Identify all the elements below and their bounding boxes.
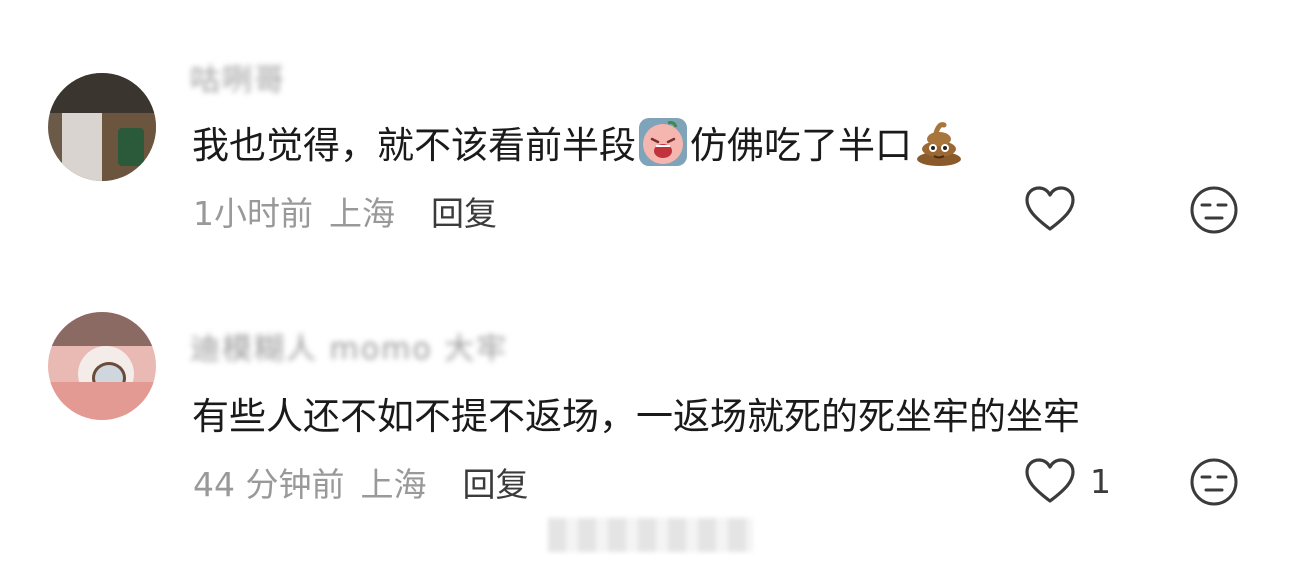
comment-item: 咕咧哥 我也觉得，就不该看前半段 仿佛吃了半口 1小时前 上海 回复 bbox=[0, 35, 1290, 255]
comment-text-part: 我也觉得，就不该看前半段 bbox=[192, 124, 636, 167]
timestamp: 1小时前 bbox=[193, 194, 313, 233]
unamused-face-icon bbox=[1190, 186, 1238, 234]
comment-item: 迪模糊人 momo 大牢 有些人还不如不提不返场，一返场就死的死坐牢的坐牢 44… bbox=[0, 302, 1290, 512]
location: 上海 bbox=[329, 194, 395, 233]
like-count: 1 bbox=[1090, 461, 1111, 501]
watermark bbox=[548, 518, 753, 552]
comment-text-part: 仿佛吃了半口 bbox=[690, 124, 912, 167]
username[interactable]: 咕咧哥 bbox=[190, 55, 310, 98]
comment-text: 我也觉得，就不该看前半段 仿佛吃了半口 bbox=[192, 115, 966, 169]
like-button[interactable] bbox=[1024, 185, 1090, 233]
like-button[interactable]: 1 bbox=[1024, 457, 1111, 505]
timestamp: 44 分钟前 bbox=[193, 465, 345, 504]
heart-outline-icon bbox=[1025, 186, 1075, 231]
reply-button[interactable]: 回复 bbox=[431, 187, 497, 235]
crying-face-emoji-icon bbox=[638, 117, 688, 167]
username-text: 迪模糊人 momo 大牢 bbox=[190, 332, 509, 367]
avatar[interactable] bbox=[48, 73, 156, 181]
comment-text: 有些人还不如不提不返场，一返场就死的死坐牢的坐牢 bbox=[192, 386, 1080, 440]
username[interactable]: 迪模糊人 momo 大牢 bbox=[190, 324, 570, 367]
unamused-face-icon bbox=[1190, 458, 1238, 506]
location: 上海 bbox=[360, 465, 427, 504]
dislike-button[interactable] bbox=[1189, 457, 1239, 511]
comment-text-part: 有些人还不如不提不返场，一返场就死的死坐牢的坐牢 bbox=[192, 395, 1080, 438]
comment-meta: 44 分钟前 上海 回复 bbox=[193, 458, 528, 506]
poop-emoji-icon bbox=[914, 117, 964, 167]
reply-button[interactable]: 回复 bbox=[462, 458, 528, 506]
avatar[interactable] bbox=[48, 312, 156, 420]
heart-outline-icon bbox=[1025, 458, 1075, 503]
comment-meta: 1小时前 上海 回复 bbox=[193, 187, 497, 235]
username-text: 咕咧哥 bbox=[190, 63, 286, 98]
dislike-button[interactable] bbox=[1189, 185, 1239, 239]
